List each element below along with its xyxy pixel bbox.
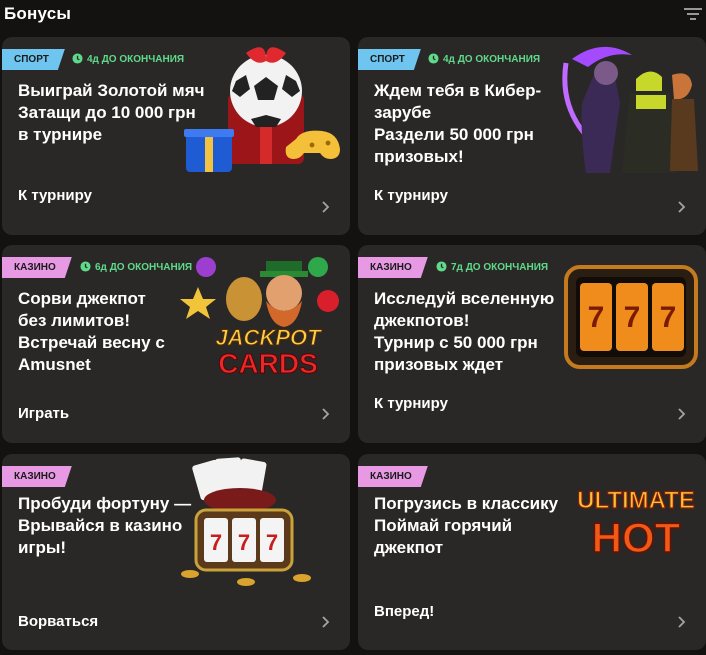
- bonus-card-cyber[interactable]: СПОРТ 4д ДО ОКОНЧАНИЯ Ждем тебя в Кибер-…: [358, 37, 706, 235]
- card-cta[interactable]: К турниру: [374, 395, 448, 412]
- card-cta[interactable]: Ворваться: [18, 613, 98, 630]
- svg-text:7: 7: [266, 530, 278, 555]
- clock-icon: [80, 261, 91, 272]
- svg-text:7: 7: [210, 530, 222, 555]
- bonus-card-golden-ball[interactable]: СПОРТ 4д ДО ОКОНЧАНИЯ Выиграй Золотой мя…: [2, 37, 350, 235]
- slot-machine-777-illustration: 7 7 7: [564, 265, 698, 369]
- page-header: Бонусы: [0, 0, 706, 30]
- clock-icon: [428, 53, 439, 64]
- category-tag: СПОРТ: [2, 49, 65, 70]
- svg-text:7: 7: [660, 301, 677, 334]
- chevron-right-icon[interactable]: [321, 200, 330, 214]
- card-cta[interactable]: Вперед!: [374, 603, 434, 620]
- chevron-right-icon[interactable]: [321, 615, 330, 629]
- chevron-right-icon[interactable]: [677, 200, 686, 214]
- chevron-right-icon[interactable]: [677, 407, 686, 421]
- category-tag: КАЗИНО: [2, 257, 72, 278]
- page-title: Бонусы: [4, 4, 72, 23]
- esports-characters-illustration: [562, 46, 698, 173]
- cards-word: CARDS: [218, 348, 318, 379]
- svg-text:7: 7: [624, 301, 641, 334]
- hot-word: HOT: [592, 514, 681, 561]
- countdown-timer: 4д ДО ОКОНЧАНИЯ: [428, 53, 540, 66]
- category-tag: КАЗИНО: [2, 466, 72, 487]
- ultimate-hot-logo: ULTIMATE HOT: [577, 486, 696, 561]
- clock-icon: [72, 53, 83, 64]
- svg-text:7: 7: [588, 301, 605, 334]
- filter-icon[interactable]: [683, 6, 703, 22]
- card-cta[interactable]: К турниру: [18, 187, 92, 204]
- bonus-card-fortune[interactable]: КАЗИНО Пробуди фортуну — Врывайся в кази…: [2, 454, 350, 650]
- jackpot-word: JACKPOT: [215, 325, 322, 350]
- bonus-card-jackpot-cards[interactable]: КАЗИНО 6д ДО ОКОНЧАНИЯ Сорви джекпот без…: [2, 245, 350, 443]
- bonus-card-jackpot-universe[interactable]: КАЗИНО 7д ДО ОКОНЧАНИЯ Исследуй вселенну…: [358, 245, 706, 443]
- category-tag: КАЗИНО: [358, 466, 428, 487]
- card-cta[interactable]: Играть: [18, 405, 69, 422]
- chevron-right-icon[interactable]: [677, 615, 686, 629]
- card-cta[interactable]: К турниру: [374, 187, 448, 204]
- football-gift-illustration: [184, 47, 340, 172]
- bonus-card-ultimate-hot[interactable]: КАЗИНО Погрузись в классику Поймай горяч…: [358, 454, 706, 650]
- svg-text:7: 7: [238, 530, 250, 555]
- chevron-right-icon[interactable]: [321, 407, 330, 421]
- clock-icon: [436, 261, 447, 272]
- category-tag: КАЗИНО: [358, 257, 428, 278]
- countdown-timer: 4д ДО ОКОНЧАНИЯ: [72, 53, 184, 66]
- ultimate-word: ULTIMATE: [577, 487, 695, 514]
- category-tag: СПОРТ: [358, 49, 421, 70]
- jackpot-cards-illustration: JACKPOT CARDS: [180, 257, 339, 380]
- casino-fortune-illustration: 7 7 7: [181, 457, 311, 586]
